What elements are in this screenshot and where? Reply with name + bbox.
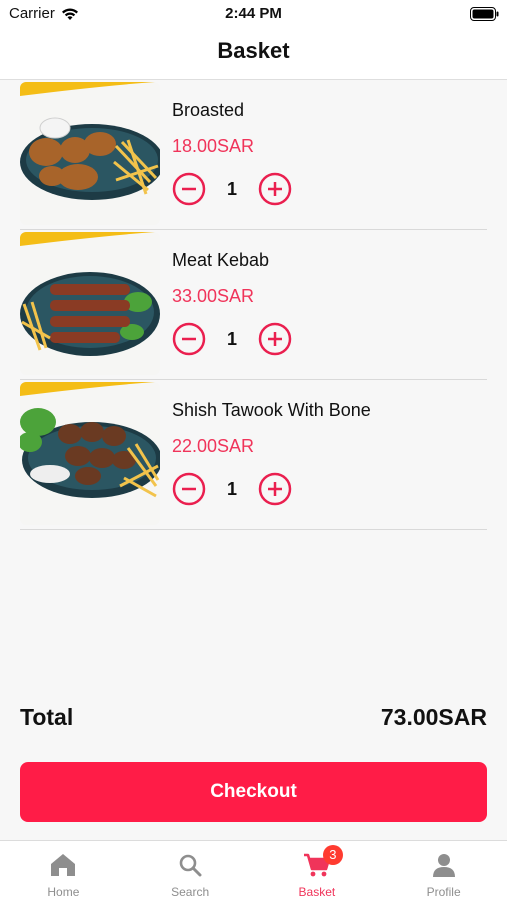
item-price: 22.00SAR (172, 436, 255, 456)
nav-header: Basket (0, 28, 507, 80)
tab-label: Search (171, 885, 210, 899)
total-value: 73.00SAR (380, 704, 487, 730)
battery-icon (470, 7, 499, 21)
quantity-value: 1 (226, 179, 237, 199)
status-time: 2:44 PM (225, 5, 282, 22)
tab-basket[interactable]: 3 Basket (254, 841, 381, 900)
quantity-stepper: 1 (172, 322, 294, 356)
item-price: 33.00SAR (172, 286, 255, 306)
tab-bar: Home Search 3 Basket Profile (0, 840, 507, 900)
increase-quantity-button[interactable] (258, 172, 292, 206)
decrease-quantity-button[interactable] (172, 322, 206, 356)
increase-quantity-button[interactable] (258, 322, 292, 356)
basket-item: Meat Kebab 33.00SAR 1 (20, 230, 487, 380)
quantity-value: 1 (226, 329, 237, 349)
item-image-tawook (20, 382, 160, 525)
basket-item: Broasted 18.00SAR 1 (20, 80, 487, 230)
quantity-stepper: 1 (172, 172, 294, 206)
item-image-broasted (20, 82, 160, 225)
tab-label: Basket (298, 885, 336, 899)
tab-profile[interactable]: Profile (380, 841, 507, 900)
tab-home[interactable]: Home (0, 841, 127, 900)
tab-label: Profile (426, 885, 461, 899)
decrease-quantity-button[interactable] (172, 172, 206, 206)
item-name: Shish Tawook With Bone (172, 400, 371, 420)
tab-label: Home (47, 885, 80, 899)
checkout-button[interactable]: Checkout (20, 762, 487, 822)
item-name: Broasted (172, 100, 245, 120)
search-icon (179, 854, 202, 877)
user-icon (432, 854, 455, 877)
decrease-quantity-button[interactable] (172, 472, 206, 506)
item-price: 18.00SAR (172, 136, 255, 156)
increase-quantity-button[interactable] (258, 472, 292, 506)
quantity-value: 1 (226, 479, 237, 499)
item-image-kebab (20, 232, 160, 375)
home-icon (51, 854, 76, 876)
item-name: Meat Kebab (172, 250, 270, 270)
page-title: Basket (217, 38, 290, 63)
basket-item: Shish Tawook With Bone 22.00SAR 1 (20, 380, 487, 530)
cart-badge: 3 (322, 845, 343, 865)
total-label: Total (20, 704, 74, 730)
quantity-stepper: 1 (172, 472, 294, 506)
tab-search[interactable]: Search (127, 841, 254, 900)
status-bar: Carrier 2:44 PM (0, 0, 507, 28)
total-row: Total 73.00SAR (20, 704, 487, 731)
basket-list: Broasted 18.00SAR 1 Meat Kebab 33.00SAR … (20, 80, 487, 530)
